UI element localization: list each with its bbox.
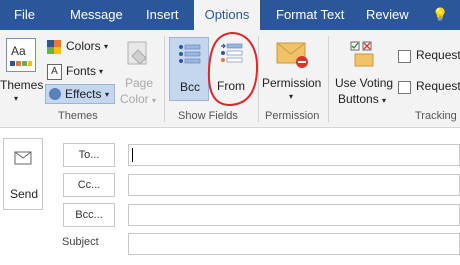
colors-label: Colors: [66, 39, 101, 53]
ribbon: Aa Themes ▾ Colors ▾ A Fonts ▾ Effects ▾: [0, 30, 460, 128]
send-button[interactable]: Send: [3, 138, 43, 210]
cc-button[interactable]: Cc...: [63, 173, 115, 197]
ribbon-tab-bar: File Message Insert Options Format Text …: [0, 0, 460, 52]
tab-insert[interactable]: Insert: [142, 0, 183, 30]
bcc-icon: [179, 44, 201, 64]
group-separator: [258, 36, 259, 122]
fonts-icon: A: [47, 64, 62, 80]
colors-icon: [47, 40, 61, 54]
effects-button[interactable]: Effects ▾: [45, 84, 115, 104]
voting-icon: [350, 41, 374, 67]
page-color-button: Page Color ▾: [118, 34, 160, 108]
request-label: Request: [416, 48, 460, 62]
fonts-button[interactable]: A Fonts ▾: [47, 63, 115, 81]
colors-button[interactable]: Colors ▾: [47, 38, 115, 56]
chevron-down-icon: ▾: [289, 92, 294, 101]
voting-label-line2: Buttons ▾: [338, 92, 387, 106]
group-label-show-fields: Show Fields: [178, 110, 238, 122]
envelope-restrict-icon: [276, 42, 308, 68]
page-color-icon: [127, 41, 147, 65]
group-label-permission: Permission: [265, 110, 320, 122]
chevron-down-icon: ▾: [14, 94, 19, 103]
bcc-field-button[interactable]: Bcc...: [63, 203, 115, 227]
to-field[interactable]: [128, 144, 460, 166]
permission-label: Permission: [262, 76, 322, 90]
effects-label: Effects: [65, 87, 102, 101]
page-color-label-line2: Color ▾: [120, 92, 157, 106]
chevron-down-icon: ▾: [105, 90, 110, 99]
chevron-down-icon: ▾: [99, 67, 104, 76]
group-separator: [164, 36, 165, 122]
tab-message[interactable]: Message: [66, 0, 127, 30]
request-label: Request: [416, 79, 460, 93]
to-button[interactable]: To...: [63, 143, 115, 167]
themes-icon: Aa: [6, 38, 36, 72]
voting-label-line1: Use Voting: [335, 76, 394, 90]
use-voting-buttons-button[interactable]: Use Voting Buttons ▾: [333, 34, 395, 108]
chevron-down-icon: ▾: [104, 42, 109, 51]
tab-options[interactable]: Options: [194, 0, 260, 30]
tab-file[interactable]: File: [10, 0, 39, 30]
svg-text:Aa: Aa: [11, 44, 26, 58]
send-label: Send: [10, 187, 39, 201]
tab-review[interactable]: Review: [362, 0, 413, 30]
request-checkbox-2[interactable]: Request: [398, 79, 460, 97]
send-envelope-icon: [14, 151, 32, 165]
request-checkbox-1[interactable]: Request: [398, 48, 460, 66]
permission-button[interactable]: Permission ▾: [262, 34, 324, 108]
tab-tell-me[interactable]: 💡Te: [428, 0, 460, 52]
themes-label: Themes: [0, 78, 44, 92]
checkbox[interactable]: [398, 81, 411, 94]
subject-label: Subject: [62, 236, 99, 248]
themes-button[interactable]: Aa Themes ▾: [0, 34, 44, 104]
group-label-tracking: Tracking: [415, 110, 457, 122]
page-color-label-line1: Page: [125, 76, 154, 90]
annotation-circle: [207, 31, 259, 107]
subject-field[interactable]: [128, 233, 460, 255]
bcc-label: Bcc: [180, 80, 201, 94]
group-label-themes: Themes: [58, 110, 98, 122]
text-cursor: [132, 148, 133, 162]
group-separator: [328, 36, 329, 122]
tab-format-text[interactable]: Format Text: [272, 0, 348, 30]
bcc-field[interactable]: [128, 204, 460, 226]
cc-field[interactable]: [128, 174, 460, 196]
effects-icon: [49, 88, 61, 100]
fonts-label: Fonts: [66, 64, 97, 78]
lightbulb-icon: 💡: [432, 7, 449, 22]
checkbox[interactable]: [398, 50, 411, 63]
